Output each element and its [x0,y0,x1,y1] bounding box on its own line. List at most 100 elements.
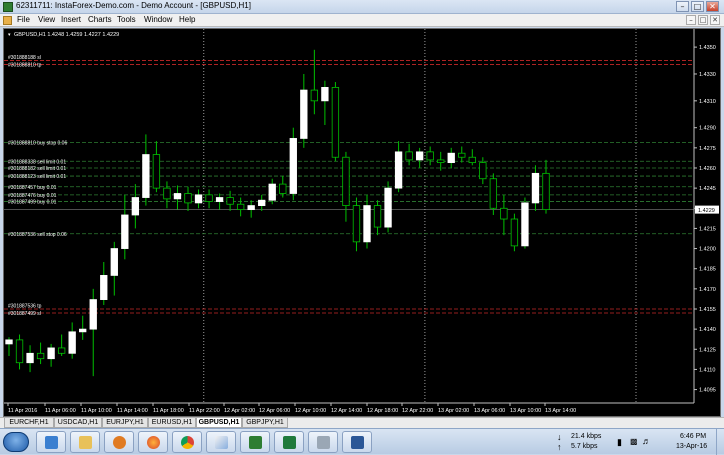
candle-body [5,339,13,345]
price-tick-label: 1.4185 [699,267,716,273]
menu-charts[interactable]: Charts [88,15,112,24]
mdi-close-button[interactable]: ✕ [710,15,720,25]
candle-body [352,205,361,243]
volume-icon[interactable]: ♬ [642,436,651,446]
time-tick-label: 12 Apr 10:00 [295,408,326,414]
calculator-icon [317,436,330,449]
price-tick-label: 1.4245 [699,186,716,192]
mdi-minimize-button[interactable]: – [686,15,696,25]
candle-body [236,203,245,211]
time-tick-label: 12 Apr 06:00 [259,408,290,414]
candle-body [458,152,466,158]
tab-eurusd[interactable]: EURUSD,H1 [148,418,196,428]
candle-body [394,151,403,189]
taskbar-explorer[interactable] [36,431,66,453]
taskbar-word[interactable] [342,431,372,453]
candle-body [15,339,24,364]
candle-body [173,193,182,200]
order-label: #301887536 sell stop 0.06 [8,232,67,238]
candle-body [131,197,140,216]
battery-icon[interactable]: ▮ [617,437,622,448]
price-tick-label: 1.4215 [699,226,716,232]
minimize-button[interactable]: – [676,1,689,12]
price-tick-label: 1.4170 [699,287,716,293]
price-tick-label: 1.4200 [699,247,716,253]
order-label: #301888182 sell limit 0.01 [8,166,66,172]
mdi-restore-button[interactable]: □ [698,15,708,25]
order-label: #301887499 sl [8,311,41,317]
price-chart[interactable]: 1.4350 1.4330 1.4310 1.4290 1.4275 1.4260 1.42… [3,28,721,417]
candle-body [110,248,118,276]
candle-body [36,352,45,360]
maximize-button[interactable]: □ [691,1,704,12]
chart-menu-icon[interactable] [3,16,12,25]
order-label: #301888338 sell limit 0.01 [8,159,66,165]
taskbar-paint[interactable] [206,431,236,453]
price-tick-label: 1.4310 [699,99,716,105]
menu-file[interactable]: File [17,15,30,24]
candle-body [331,87,340,158]
time-tick-label: 11 Apr 18:00 [153,408,184,414]
clock-time[interactable]: 6:46 PM [680,433,706,440]
candle-body [142,154,150,198]
candle-body [47,347,55,360]
order-label: #301887536 tp [8,303,42,309]
title-bar: 62311711: InstaForex-Demo.com - Demo Acc… [0,0,724,14]
time-tick-label: 12 Apr 02:00 [224,408,255,414]
symbol-arrow-icon: ▾ [8,32,11,38]
menu-window[interactable]: Window [144,15,172,24]
order-label: #301888123 sell limit 0.01 [8,174,66,180]
network-icon[interactable]: ▩ [630,437,638,446]
order-label: #301888810 tp [8,63,42,69]
candle-body [489,178,498,209]
price-tick-label: 1.4260 [699,166,716,172]
upload-arrow-icon: ↑ [557,442,562,452]
taskbar-media-player[interactable] [104,431,134,453]
tab-eurjpy[interactable]: EURJPY,H1 [102,418,148,428]
download-arrow-icon: ↓ [557,432,562,442]
taskbar-folder[interactable] [70,431,100,453]
menu-insert[interactable]: Insert [61,15,81,24]
chrome-icon [181,436,194,449]
time-tick-label: 11 Apr 10:00 [81,408,112,414]
candle-body [384,187,392,228]
candle-body [79,328,87,333]
candle-body [152,154,161,189]
tab-gbpusd[interactable]: GBPUSD,H1 [196,418,242,428]
candlestick-chart-svg[interactable]: 1.4350 1.4330 1.4310 1.4290 1.4275 1.4260 1.42… [4,29,720,416]
candle-body [184,193,192,204]
time-tick-label: 13 Apr 06:00 [474,408,505,414]
tab-usdcad[interactable]: USDCAD,H1 [54,418,102,428]
menu-tools[interactable]: Tools [117,15,136,24]
start-button[interactable] [3,432,29,452]
excel-icon [283,436,296,449]
menu-help[interactable]: Help [179,15,195,24]
clock-date[interactable]: 13-Apr-16 [676,443,707,450]
time-tick-label: 12 Apr 18:00 [367,408,398,414]
candle-body [426,151,434,161]
taskbar-chrome[interactable] [172,431,202,453]
tab-eurchf[interactable]: EURCHF,H1 [4,418,54,428]
show-desktop-button[interactable] [716,429,724,455]
candle-body [363,205,371,243]
candle-body [479,162,487,180]
taskbar-firefox[interactable] [138,431,168,453]
price-tick-label: 1.4330 [699,72,716,78]
close-button[interactable]: ✕ [706,1,719,12]
menu-view[interactable]: View [38,15,55,24]
taskbar-excel[interactable] [274,431,304,453]
tab-gbpjpy[interactable]: GBPJPY,H1 [242,418,288,428]
candle-body [468,156,476,164]
candle-body [542,172,550,211]
taskbar-calculator[interactable] [308,431,338,453]
candle-body [226,197,234,205]
candle-body [510,218,519,247]
time-tick-label: 13 Apr 10:00 [510,408,541,414]
window-app-icon [3,2,13,12]
candle-body [373,205,382,228]
candle-body [121,214,129,249]
candle-body [500,207,508,220]
taskbar-metatrader[interactable] [240,431,270,453]
time-tick-label: 13 Apr 14:00 [545,408,576,414]
explorer-icon [45,436,58,449]
